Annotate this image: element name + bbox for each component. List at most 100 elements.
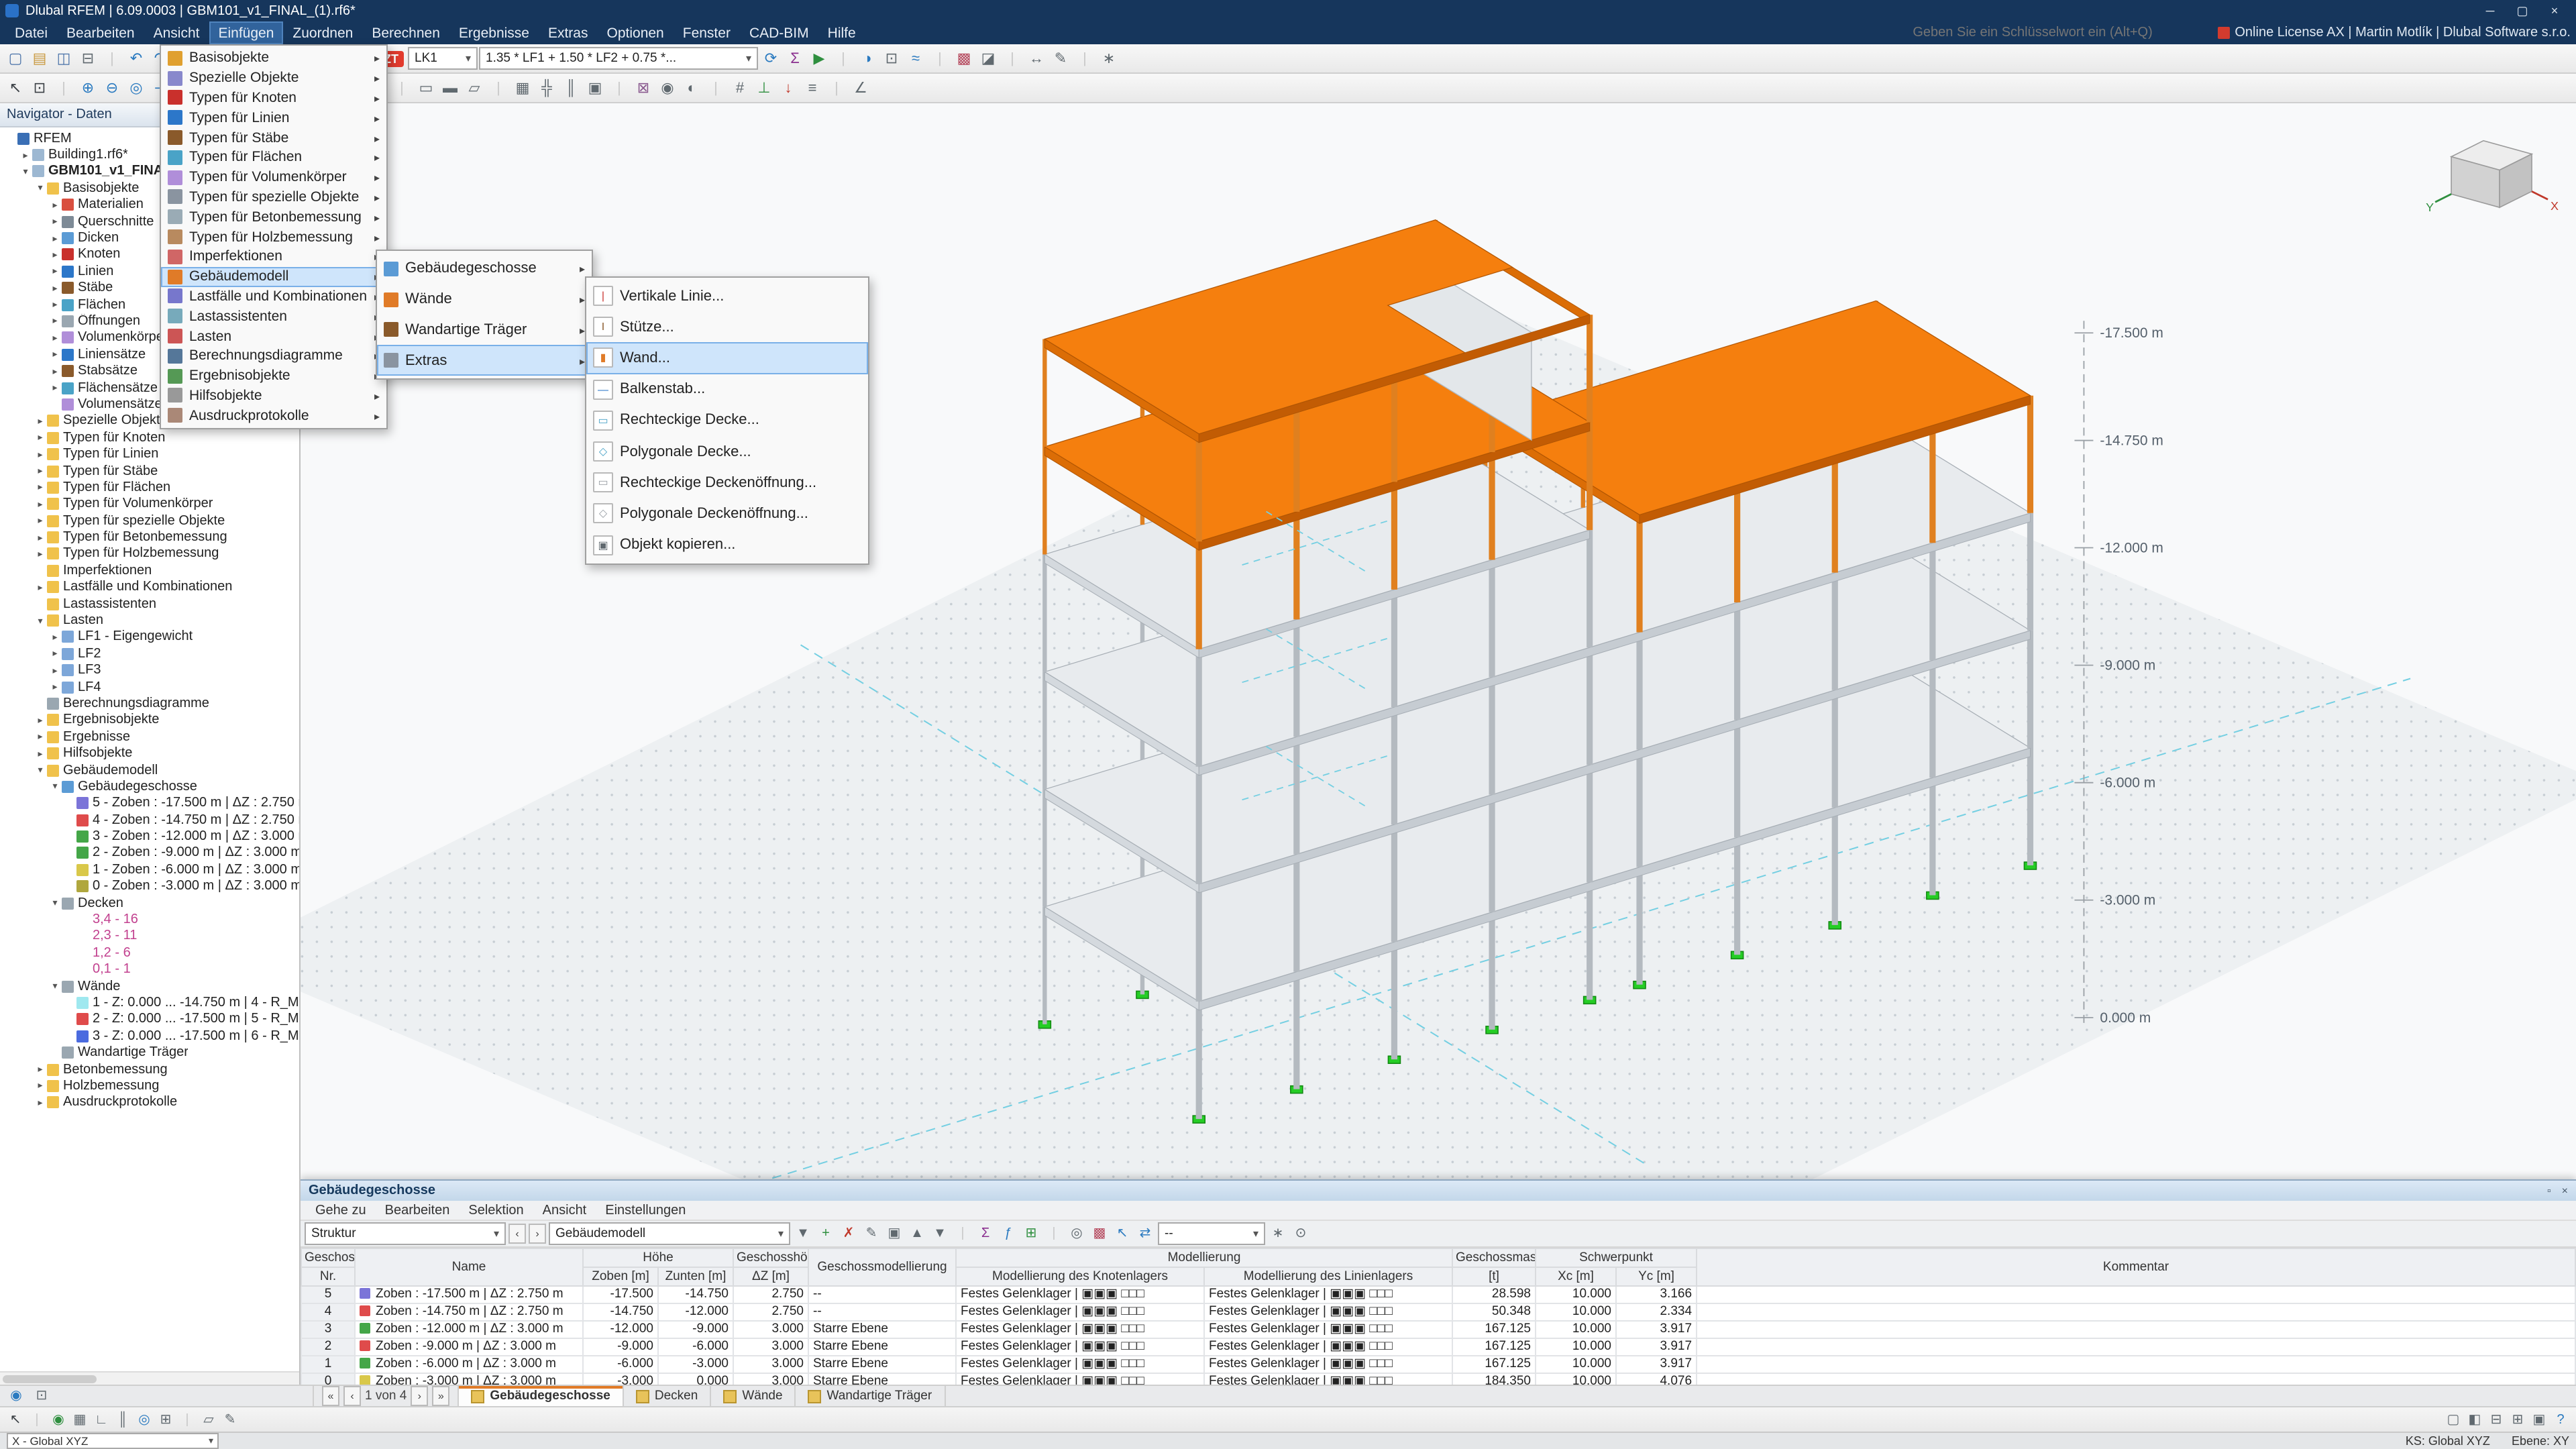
dock-menu-item[interactable]: Ansicht (533, 1203, 596, 1218)
sum-icon[interactable]: Σ (975, 1224, 996, 1244)
tree-item[interactable]: ▸ LF3 (0, 662, 299, 679)
tree-item[interactable]: 3,4 - 16 (0, 912, 299, 928)
tree-expander-icon[interactable]: ▾ (34, 615, 47, 626)
geschossmodellierung-cell[interactable]: Starre Ebene (808, 1373, 957, 1385)
tree-item[interactable]: ▾ Decken (0, 895, 299, 912)
tree-item[interactable]: ▾ Wände (0, 978, 299, 995)
storey-number-cell[interactable]: 3 (301, 1320, 356, 1339)
kommentar-cell[interactable] (1696, 1338, 2576, 1356)
yc-cell[interactable]: 3.917 (1615, 1338, 1698, 1356)
tree-expander-icon[interactable]: ▸ (48, 299, 62, 310)
search-icon[interactable]: ⊙ (1291, 1224, 1311, 1244)
tree-expander-icon[interactable]: ▸ (34, 715, 47, 726)
tree-item[interactable]: 1,2 - 6 (0, 945, 299, 961)
tree-item[interactable]: ▸ Betonbemessung (0, 1061, 299, 1078)
tree-item[interactable]: Berechnungsdiagramme (0, 696, 299, 712)
comment-icon[interactable]: ✎ (220, 1409, 240, 1430)
open-model-icon[interactable]: ▤ (28, 47, 51, 70)
kommentar-cell[interactable] (1696, 1355, 2576, 1374)
extras-menu-item[interactable]: ◇ Polygonale Decke... (586, 436, 868, 467)
zoben-cell[interactable]: -12.000 (582, 1320, 659, 1339)
fullscreen-icon[interactable]: ▣ (2529, 1409, 2549, 1430)
deformation-display-icon[interactable]: ≈ (904, 47, 927, 70)
linienlager-cell[interactable]: Festes Gelenklager | ▣▣▣ □□□ (1203, 1285, 1453, 1304)
zoom-in-icon[interactable]: ⊕ (76, 76, 99, 99)
dz-cell[interactable]: 3.000 (733, 1320, 809, 1339)
tree-item[interactable]: ▾ Gebäudegeschosse (0, 778, 299, 795)
table-row[interactable]: 4 Zoben : -14.750 m | ΔZ : 2.750 m -14.7… (301, 1303, 2576, 1322)
guidelines-icon[interactable]: ║ (559, 76, 582, 99)
zunten-cell[interactable]: 0.000 (657, 1373, 734, 1385)
layout-single-icon[interactable]: ▢ (2443, 1409, 2463, 1430)
tree-item[interactable]: 3 - Z: 0.000 ... -17.500 m | 6 - R_M1 30… (0, 1028, 299, 1044)
zunten-cell[interactable]: -3.000 (657, 1355, 734, 1374)
tree-expander-icon[interactable]: ▾ (34, 765, 47, 775)
extras-menu-item[interactable]: ▮ Wand... (586, 342, 868, 374)
insert-menu-item[interactable]: Imperfektionen (161, 247, 386, 267)
insert-menu-item[interactable]: Hilfsobjekte (161, 386, 386, 406)
zoben-cell[interactable]: -9.000 (582, 1338, 659, 1356)
structure-filter-combo[interactable]: Struktur (305, 1222, 506, 1245)
masse-cell[interactable]: 167.125 (1452, 1338, 1536, 1356)
menu-item[interactable]: Optionen (598, 21, 674, 44)
grid-icon[interactable]: ▦ (511, 76, 534, 99)
zoben-cell[interactable]: -14.750 (582, 1303, 659, 1322)
dock-float-icon[interactable]: ▫ (2547, 1185, 2551, 1197)
building-menu-item[interactable]: Extras (377, 345, 592, 376)
insert-menu-item[interactable]: Berechnungsdiagramme (161, 346, 386, 366)
menu-item[interactable]: Fenster (674, 21, 740, 44)
snap-points-icon[interactable]: ◉ (48, 1409, 68, 1430)
previous-record-button[interactable]: ‹ (343, 1386, 361, 1406)
table-group-combo[interactable]: Gebäudemodell (549, 1222, 790, 1245)
tree-item[interactable]: ▸ Ergebnisobjekte (0, 712, 299, 729)
tree-expander-icon[interactable]: ▸ (48, 682, 62, 692)
menu-item[interactable]: Bearbeiten (57, 21, 144, 44)
dock-menu-item[interactable]: Einstellungen (596, 1203, 695, 1218)
keyword-search-input[interactable] (1910, 24, 2204, 42)
insert-menu-item[interactable]: Typen für spezielle Objekte (161, 187, 386, 207)
zoben-cell[interactable]: -6.000 (582, 1355, 659, 1374)
minimize-button[interactable]: ─ (2474, 3, 2506, 18)
function-icon[interactable]: ƒ (998, 1224, 1018, 1244)
geschossmodellierung-cell[interactable]: Starre Ebene (808, 1355, 957, 1374)
prev-table-button[interactable]: ‹ (508, 1224, 526, 1244)
tree-item[interactable]: 2,3 - 11 (0, 928, 299, 945)
masse-cell[interactable]: 167.125 (1452, 1355, 1536, 1374)
menu-item[interactable]: Zuordnen (283, 21, 362, 44)
tree-expander-icon[interactable]: ▾ (48, 782, 62, 792)
linienlager-cell[interactable]: Festes Gelenklager | ▣▣▣ □□□ (1203, 1320, 1453, 1339)
tree-item[interactable]: 4 - Zoben : -14.750 m | ΔZ : 2.750 m (0, 812, 299, 828)
tree-expander-icon[interactable]: ▸ (34, 582, 47, 592)
linienlager-cell[interactable]: Festes Gelenklager | ▣▣▣ □□□ (1203, 1373, 1453, 1385)
tree-expander-icon[interactable]: ▸ (48, 233, 62, 244)
knotenlager-cell[interactable]: Festes Gelenklager | ▣▣▣ □□□ (955, 1285, 1205, 1304)
row-visibility-icon[interactable]: ◎ (1067, 1224, 1087, 1244)
zoom-all-icon[interactable]: ◎ (125, 76, 148, 99)
layout-quad-icon[interactable]: ⊞ (2508, 1409, 2528, 1430)
undo-icon[interactable]: ↶ (125, 47, 148, 70)
extras-menu-item[interactable]: ◇ Polygonale Deckenöffnung... (586, 498, 868, 529)
move-down-icon[interactable]: ▼ (930, 1224, 950, 1244)
dz-cell[interactable]: 2.750 (733, 1303, 809, 1322)
kommentar-cell[interactable] (1696, 1303, 2576, 1322)
result-filter-combo[interactable]: -- (1158, 1222, 1265, 1245)
background-layers-icon[interactable]: ▱ (199, 1409, 219, 1430)
tree-expander-icon[interactable]: ▸ (34, 449, 47, 460)
tree-item[interactable]: ▸ Typen für Holzbemessung (0, 546, 299, 563)
storey-name-cell[interactable]: Zoben : -14.750 m | ΔZ : 2.750 m (354, 1303, 584, 1322)
tree-expander-icon[interactable]: ▸ (48, 282, 62, 293)
edit-row-icon[interactable]: ✎ (861, 1224, 881, 1244)
knotenlager-cell[interactable]: Festes Gelenklager | ▣▣▣ □□□ (955, 1303, 1205, 1322)
storey-name-cell[interactable]: Zoben : -3.000 m | ΔZ : 3.000 m (354, 1373, 584, 1385)
insert-menu-item[interactable]: Ausdruckprotokolle (161, 406, 386, 426)
storey-number-cell[interactable]: 2 (301, 1338, 356, 1356)
tree-expander-icon[interactable]: ▸ (34, 515, 47, 526)
tree-item[interactable]: Lastassistenten (0, 596, 299, 612)
wireframe-display-icon[interactable]: ▭ (415, 76, 437, 99)
show-loads-icon[interactable]: ↓ (777, 76, 800, 99)
tree-item[interactable]: 5 - Zoben : -17.500 m | ΔZ : 2.750 m (0, 795, 299, 812)
storey-number-cell[interactable]: 1 (301, 1355, 356, 1374)
solid-display-icon[interactable]: ▬ (439, 76, 462, 99)
xc-cell[interactable]: 10.000 (1535, 1373, 1617, 1385)
display-properties-icon[interactable]: ▩ (953, 47, 975, 70)
